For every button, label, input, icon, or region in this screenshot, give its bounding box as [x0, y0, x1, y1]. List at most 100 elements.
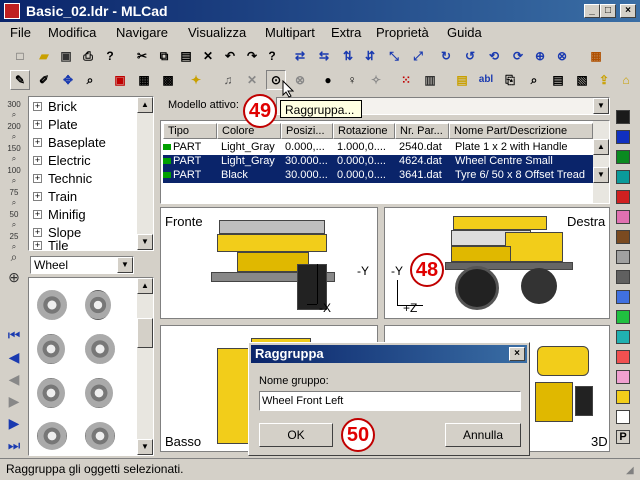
- wand-icon[interactable]: ✦: [186, 70, 206, 90]
- color-swatch-gray[interactable]: [616, 250, 630, 264]
- color-swatch-light-green[interactable]: [616, 310, 630, 324]
- scroll-down-icon[interactable]: ▼: [137, 439, 153, 455]
- column-header-rotazione[interactable]: Rotazione: [333, 123, 395, 139]
- chevron-down-icon[interactable]: ▼: [593, 98, 609, 114]
- group-name-input[interactable]: Wheel Front Left: [259, 391, 521, 411]
- ungroup-icon[interactable]: ✕: [242, 70, 262, 90]
- zoom-50-icon[interactable]: 50 ⌕: [4, 210, 24, 230]
- tree-item-baseplate[interactable]: + Baseplate: [33, 133, 106, 151]
- zoom-300-icon[interactable]: 300 ⌕: [4, 100, 24, 120]
- column-header-posizione[interactable]: Posizi...: [281, 123, 333, 139]
- tree-item-train[interactable]: + Train: [33, 187, 77, 205]
- copy-icon[interactable]: ⧉: [154, 46, 174, 66]
- last-step-icon[interactable]: ⏭: [4, 438, 24, 460]
- zoom-fit-icon[interactable]: ⊕: [4, 270, 24, 292]
- rotate-free-back-icon[interactable]: ⊗: [552, 46, 572, 66]
- move-right-icon[interactable]: ⇆: [314, 46, 334, 66]
- grid-icon[interactable]: ▦: [134, 70, 154, 90]
- expand-icon[interactable]: +: [33, 173, 42, 183]
- move-diagonal-icon[interactable]: ⤡: [384, 46, 404, 66]
- next-disabled-icon[interactable]: ▶: [4, 394, 24, 416]
- wheel-part-thumb[interactable]: [85, 290, 111, 320]
- wheel-part-thumb[interactable]: [85, 334, 115, 364]
- expand-icon[interactable]: +: [33, 155, 42, 165]
- light-bulb-icon[interactable]: ●: [318, 70, 338, 90]
- text-label-icon[interactable]: abl: [476, 70, 496, 90]
- save-icon[interactable]: ▣: [56, 46, 76, 66]
- wheel-part-thumb[interactable]: [85, 378, 113, 408]
- tree-item-minifig[interactable]: + Minifig: [33, 205, 86, 223]
- wheel-part-thumb[interactable]: [37, 422, 67, 450]
- color-swatch-red[interactable]: [616, 190, 630, 204]
- zoom-200-icon[interactable]: 200 ⌕: [4, 122, 24, 142]
- wheel-part-thumb[interactable]: [37, 290, 67, 320]
- export-icon[interactable]: ⇪: [594, 70, 614, 90]
- bell-icon[interactable]: ♫: [218, 70, 238, 90]
- front-view[interactable]: Fronte -Y -X: [160, 207, 378, 319]
- menu-guida[interactable]: Guida: [447, 25, 482, 40]
- tree-item-technic[interactable]: + Technic: [33, 169, 92, 187]
- zoom-100-icon[interactable]: 100 ⌕: [4, 166, 24, 186]
- open-folder-icon[interactable]: ▰: [34, 46, 54, 66]
- document-icon[interactable]: ▤: [548, 70, 568, 90]
- zoom-25-icon[interactable]: 25 ⌕: [4, 232, 24, 252]
- menu-extra[interactable]: Extra: [331, 25, 361, 40]
- expand-icon[interactable]: +: [33, 191, 42, 201]
- menu-navigare[interactable]: Navigare: [116, 25, 168, 40]
- lamp-icon[interactable]: ♀: [342, 70, 362, 90]
- expand-icon[interactable]: +: [33, 101, 42, 111]
- color-swatch-light-blue[interactable]: [616, 290, 630, 304]
- color-swatch-black[interactable]: [616, 110, 630, 124]
- tree-item-plate[interactable]: + Plate: [33, 115, 78, 133]
- minimize-button[interactable]: _: [584, 4, 600, 18]
- move-tool-icon[interactable]: ✥: [58, 70, 78, 90]
- tree-item-tile[interactable]: + Tile: [33, 239, 68, 251]
- scroll-down-icon[interactable]: ▼: [137, 234, 153, 250]
- print-icon[interactable]: ⎙: [78, 46, 98, 66]
- color-swatch-light-pink[interactable]: [616, 370, 630, 384]
- new-file-icon[interactable]: □: [10, 46, 30, 66]
- chevron-down-icon[interactable]: ▼: [117, 257, 133, 273]
- cancel-button[interactable]: Annulla: [445, 423, 521, 447]
- edit-part-icon[interactable]: ✎: [10, 70, 30, 90]
- brick-icon[interactable]: ▦: [586, 46, 606, 66]
- part-filter-combo[interactable]: Wheel ▼: [30, 256, 134, 274]
- table-row[interactable]: PART Black 30.000... 0.000,0.... 3641.da…: [163, 169, 593, 183]
- parts-scrollbar[interactable]: ▲ ▼: [137, 278, 153, 455]
- undo-icon[interactable]: ↶: [220, 46, 240, 66]
- menu-file[interactable]: File: [10, 25, 31, 40]
- next-step-icon[interactable]: ▶: [4, 416, 24, 438]
- color-swatch-blue[interactable]: [616, 130, 630, 144]
- cut-icon[interactable]: ✂: [132, 46, 152, 66]
- menu-multipart[interactable]: Multipart: [265, 25, 315, 40]
- expand-icon[interactable]: +: [33, 227, 42, 237]
- scroll-up-icon[interactable]: ▲: [593, 139, 609, 155]
- image-icon[interactable]: ▧: [572, 70, 592, 90]
- delete-icon[interactable]: ✕: [198, 46, 218, 66]
- layout-icon[interactable]: ▣: [110, 70, 130, 90]
- color-swatch-brown[interactable]: [616, 230, 630, 244]
- expand-icon[interactable]: +: [33, 209, 42, 219]
- color-swatch-pink[interactable]: [616, 210, 630, 224]
- rotate-y-icon[interactable]: ↺: [460, 46, 480, 66]
- rotate-x-icon[interactable]: ↻: [436, 46, 456, 66]
- zoom-75-icon[interactable]: 75 ⌕: [4, 188, 24, 208]
- edit-pencil-icon[interactable]: ✐: [34, 70, 54, 90]
- dots-grid-icon[interactable]: ⁙: [396, 70, 416, 90]
- wheel-part-thumb[interactable]: [37, 378, 65, 408]
- zoom-tool-icon[interactable]: ⌕: [80, 70, 100, 90]
- column-header-nr-part[interactable]: Nr. Par...: [395, 123, 449, 139]
- dialog-close-button[interactable]: ×: [509, 347, 525, 361]
- color-picker-button[interactable]: P: [616, 430, 630, 444]
- color-swatch-white[interactable]: [616, 410, 630, 424]
- scroll-up-icon[interactable]: ▲: [137, 97, 153, 113]
- rotate-z-icon[interactable]: ⟲: [484, 46, 504, 66]
- redo-icon[interactable]: ↷: [242, 46, 262, 66]
- expand-icon[interactable]: +: [33, 137, 42, 147]
- title-bar[interactable]: Basic_02.ldr - MLCad _ □ ×: [0, 0, 640, 22]
- wheel-part-thumb[interactable]: [37, 334, 65, 364]
- tree-scrollbar[interactable]: ▲ ▼: [137, 97, 153, 250]
- move-up-icon[interactable]: ⇅: [338, 46, 358, 66]
- move-down-icon[interactable]: ⇵: [360, 46, 380, 66]
- prev-disabled-icon[interactable]: ◀: [4, 372, 24, 394]
